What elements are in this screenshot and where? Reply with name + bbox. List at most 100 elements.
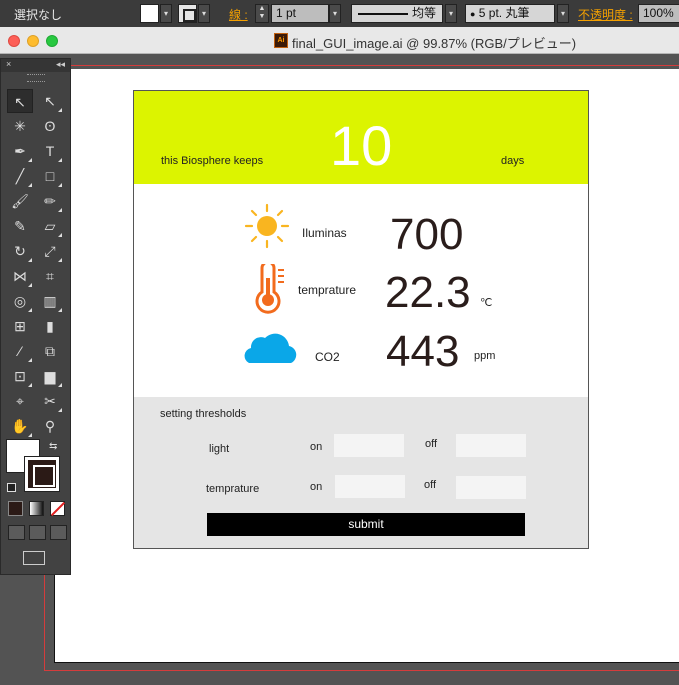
rotate-tool-icon[interactable]: ↻ bbox=[7, 239, 33, 263]
days-unit: days bbox=[501, 155, 525, 167]
document-title: final_GUI_image.ai @ 99.87% (RGB/プレビュー) bbox=[292, 36, 577, 51]
draw-normal-icon[interactable] bbox=[8, 525, 25, 540]
tools-panel-header: × ◂◂ bbox=[1, 59, 70, 72]
gradient-tool-icon[interactable]: ▮ bbox=[37, 314, 63, 338]
stroke-color-box[interactable] bbox=[24, 456, 60, 492]
gradient-mode-icon[interactable] bbox=[29, 501, 44, 516]
metrics-panel: Iluminas 700 temprature 22.3 ℃ CO2 443 p… bbox=[134, 184, 588, 397]
magic-wand-tool-icon[interactable]: ✳ bbox=[7, 114, 33, 138]
width-tool-icon[interactable]: ⋈ bbox=[7, 264, 33, 288]
thresholds-panel: setting thresholds light on off tempratu… bbox=[134, 397, 588, 548]
control-bar: 選択なし ▾ ▾ 線 : ▲ ▼ 1 pt ▾ 均等 ▾ ● 5 pt. 丸筆 ▾… bbox=[0, 0, 679, 27]
submit-button[interactable]: submit bbox=[207, 513, 525, 536]
temprature-on-label: on bbox=[310, 481, 323, 493]
brush-field[interactable]: ● 5 pt. 丸筆 bbox=[465, 4, 555, 23]
zoom-tool-icon[interactable]: ⚲ bbox=[37, 414, 63, 438]
pen-tool-icon[interactable]: ✒ bbox=[7, 139, 33, 163]
tools-panel: × ◂◂ ↖ ↖ ✳ ʘ ✒ T ╱ □ 🖌 ✏ ✎ ▱ ↻ ⤢ ⋈ ⌗ ◎ ▥… bbox=[0, 58, 71, 575]
illustrator-doc-icon: Ai bbox=[274, 33, 288, 48]
temprature-off-label: off bbox=[424, 479, 437, 491]
biosphere-gui-design[interactable]: this Biosphere keeps 10 days Iluminas 70… bbox=[133, 90, 589, 549]
zoom-window-button[interactable] bbox=[46, 35, 58, 47]
column-graph-tool-icon[interactable]: ▆ bbox=[37, 364, 63, 388]
brush-dot-icon: ● bbox=[470, 9, 476, 19]
minimize-window-button[interactable] bbox=[27, 35, 39, 47]
thresholds-title: setting thresholds bbox=[160, 408, 247, 420]
light-off-label: off bbox=[425, 438, 438, 450]
fill-swatch[interactable] bbox=[140, 4, 159, 23]
profile-dropdown-icon[interactable]: ▾ bbox=[445, 4, 457, 23]
hand-tool-icon[interactable]: ✋ bbox=[7, 414, 33, 438]
shape-builder-tool-icon[interactable]: ◎ bbox=[7, 289, 33, 313]
bleed-guide-bottom bbox=[44, 670, 679, 671]
stroke-weight-dropdown-icon[interactable]: ▾ bbox=[329, 4, 341, 23]
perspective-grid-tool-icon[interactable]: ▥ bbox=[37, 289, 63, 313]
symbol-sprayer-tool-icon[interactable]: ⊡ bbox=[7, 364, 33, 388]
panel-collapse-icon[interactable]: ◂◂ bbox=[56, 59, 65, 70]
pencil-tool-icon[interactable]: ✏ bbox=[37, 189, 63, 213]
brush-label: 5 pt. 丸筆 bbox=[478, 6, 530, 20]
thermometer-icon bbox=[255, 264, 284, 314]
temprature-value: 22.3 bbox=[385, 268, 471, 317]
panel-grip[interactable] bbox=[26, 74, 45, 82]
line-tool-icon[interactable]: ╱ bbox=[7, 164, 33, 188]
draw-behind-icon[interactable] bbox=[29, 525, 46, 540]
document-title-bar: Ai final_GUI_image.ai @ 99.87% (RGB/プレビュ… bbox=[0, 27, 679, 54]
co2-unit: ppm bbox=[474, 350, 496, 362]
stroke-line-sample bbox=[358, 13, 408, 15]
stroke-weight-field[interactable]: 1 pt bbox=[271, 4, 329, 23]
lasso-tool-icon[interactable]: ʘ bbox=[37, 114, 63, 138]
cloud-icon bbox=[244, 333, 297, 363]
days-header: this Biosphere keeps 10 days bbox=[134, 91, 588, 184]
eyedropper-tool-icon[interactable]: ⁄ bbox=[7, 339, 33, 363]
sun-icon bbox=[244, 203, 290, 249]
stroke-weight-spinner[interactable]: ▲ ▼ bbox=[255, 4, 269, 23]
header-lead-text: this Biosphere keeps bbox=[161, 155, 264, 167]
light-on-input[interactable] bbox=[334, 434, 404, 457]
blob-brush-tool-icon[interactable]: ✎ bbox=[7, 214, 33, 238]
temprature-label: temprature bbox=[298, 283, 357, 297]
light-on-label: on bbox=[310, 441, 323, 453]
paintbrush-tool-icon[interactable]: 🖌 bbox=[7, 189, 33, 213]
mesh-tool-icon[interactable]: ⊞ bbox=[7, 314, 33, 338]
close-window-button[interactable] bbox=[8, 35, 20, 47]
temprature-off-input[interactable] bbox=[456, 476, 526, 499]
default-colors-icon[interactable] bbox=[7, 483, 16, 492]
scale-tool-icon[interactable]: ⤢ bbox=[37, 239, 63, 263]
light-threshold-label: light bbox=[209, 443, 230, 455]
color-mode-row bbox=[8, 501, 68, 517]
slice-tool-icon[interactable]: ✂ bbox=[37, 389, 63, 413]
screen-mode-icon[interactable] bbox=[23, 551, 45, 565]
drawing-mode-row bbox=[8, 525, 68, 541]
brush-dropdown-icon[interactable]: ▾ bbox=[557, 4, 569, 23]
blend-tool-icon[interactable]: ⧉ bbox=[37, 339, 63, 363]
iluminas-value: 700 bbox=[390, 210, 464, 259]
stroke-profile-label: 均等 bbox=[412, 6, 437, 20]
selection-status: 選択なし bbox=[14, 8, 63, 22]
fill-dropdown-icon[interactable]: ▾ bbox=[160, 4, 172, 23]
co2-label: CO2 bbox=[315, 350, 340, 364]
eraser-tool-icon[interactable]: ▱ bbox=[37, 214, 63, 238]
co2-value: 443 bbox=[386, 327, 460, 376]
iluminas-label: Iluminas bbox=[302, 226, 347, 240]
direct-selection-tool-icon[interactable]: ↖ bbox=[37, 89, 63, 113]
type-tool-icon[interactable]: T bbox=[37, 139, 63, 163]
free-transform-tool-icon[interactable]: ⌗ bbox=[37, 264, 63, 288]
none-mode-icon[interactable] bbox=[50, 501, 65, 516]
artboard-tool-icon[interactable]: ⌖ bbox=[7, 389, 33, 413]
stroke-dropdown-icon[interactable]: ▾ bbox=[198, 4, 210, 23]
stroke-profile-field[interactable]: 均等 bbox=[351, 4, 443, 23]
temprature-threshold-label: temprature bbox=[206, 483, 260, 495]
rectangle-tool-icon[interactable]: □ bbox=[37, 164, 63, 188]
opacity-field[interactable]: 100% bbox=[638, 4, 679, 23]
color-mode-icon[interactable] bbox=[8, 501, 23, 516]
stroke-swatch[interactable] bbox=[178, 4, 197, 23]
opacity-label[interactable]: 不透明度 : bbox=[578, 6, 633, 23]
swap-colors-icon[interactable]: ⇆ bbox=[49, 441, 57, 452]
light-off-input[interactable] bbox=[456, 434, 526, 457]
temprature-on-input[interactable] bbox=[335, 475, 405, 498]
stroke-label[interactable]: 線 : bbox=[229, 6, 248, 23]
panel-close-icon[interactable]: × bbox=[6, 59, 11, 69]
selection-tool-icon[interactable]: ↖ bbox=[7, 89, 33, 113]
draw-inside-icon[interactable] bbox=[50, 525, 67, 540]
